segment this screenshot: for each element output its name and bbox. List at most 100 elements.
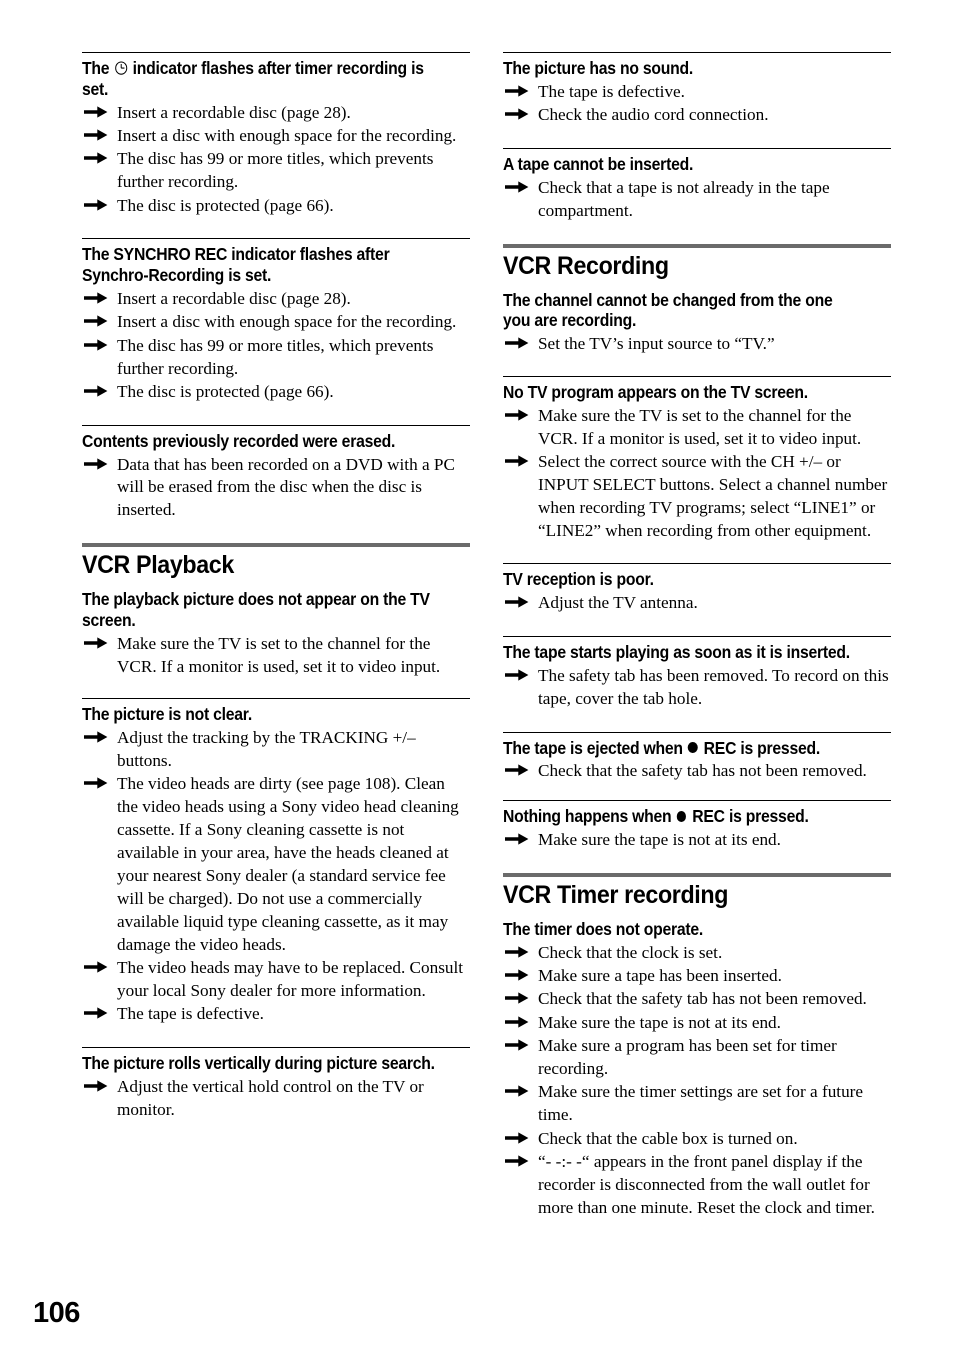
question-heading: No TV program appears on the TV screen. [503,381,808,402]
answer-list: Make sure the TV is set to the channel f… [82,633,470,679]
question-heading: The playback picture does not appear on … [82,589,430,630]
answer-text: Check the audio cord connection. [538,105,769,125]
right-arrow-bullet-icon [505,1154,529,1171]
answer-text: Make sure the tape is not at its end. [538,829,781,849]
right-arrow-bullet-icon [84,151,108,168]
answer-item: Set the TV’s input source to “TV.” [503,333,891,356]
answer-list: Set the TV’s input source to “TV.” [503,333,891,356]
answer-item: Check that a tape is not already in the … [503,177,891,223]
heading-text-pre: Nothing happens when [503,806,676,827]
divider-rule [82,424,470,426]
right-arrow-bullet-icon [84,384,108,401]
answer-text: The tape is defective. [117,1004,264,1024]
qa-block-tape-starts-playing: The tape starts playing as soon as it is… [503,636,891,711]
answer-item: “- -:- -“ appears in the front panel dis… [503,1151,891,1220]
page-number: 106 [33,1297,80,1329]
answer-item: Data that has been recorded on a DVD wit… [82,454,470,523]
question-heading: A tape cannot be inserted. [503,154,694,174]
answer-item: The tape is defective. [82,1003,470,1026]
right-arrow-bullet-icon [84,198,108,215]
answer-text: Make sure the tape is not at its end. [538,1012,781,1032]
answer-text: Insert a recordable disc (page 28). [117,288,351,308]
answer-list: Insert a recordable disc (page 28). Inse… [82,288,470,404]
answer-item: The disc has 99 or more titles, which pr… [82,148,470,194]
divider-rule [82,698,470,700]
answer-list: The tape is defective. Check the audio c… [503,81,891,127]
answer-text: Check that a tape is not already in the … [538,177,830,220]
heading-text-post: indicator flashes after timer recording … [82,58,424,99]
answer-list: Make sure the TV is set to the channel f… [503,405,891,543]
answer-list: Check that the safety tab has not been r… [503,760,891,783]
question-heading: The indicator flashes after timer record… [82,58,435,100]
answer-item: Make sure a program has been set for tim… [503,1035,891,1081]
qa-block-picture-rolls: The picture rolls vertically during pict… [82,1047,470,1122]
answer-item: Check that the cable box is turned on. [503,1128,891,1151]
section-heading: VCR Playback [82,551,234,580]
right-arrow-bullet-icon [84,1079,108,1096]
answer-text: Check that the safety tab has not been r… [538,989,867,1009]
question-heading: The SYNCHRO REC indicator flashes after … [82,244,390,286]
right-arrow-bullet-icon [84,1006,108,1023]
answer-item: Make sure a tape has been inserted. [503,965,891,988]
answer-item: The disc is protected (page 66). [82,381,470,404]
answer-item: Insert a recordable disc (page 28). [82,102,470,125]
right-arrow-bullet-icon [505,180,529,197]
qa-block-tape-not-inserted: A tape cannot be inserted. Check that a … [503,148,891,223]
rec-dot-icon [687,742,698,754]
qa-block-no-sound: The picture has no sound. The tape is de… [503,52,891,127]
answer-item: Make sure the tape is not at its end. [503,1012,891,1035]
answer-text: Adjust the TV antenna. [538,593,698,613]
answer-item: The tape is defective. [503,81,891,104]
left-column: The indicator flashes after timer record… [82,52,470,1122]
qa-block-picture-not-clear: The picture is not clear. Adjust the tra… [82,698,470,1026]
answer-text: The disc has 99 or more titles, which pr… [117,149,434,192]
section-heading: VCR Timer recording [503,880,729,909]
right-arrow-bullet-icon [505,1131,529,1148]
divider-rule [503,52,891,53]
answer-item: Check that the clock is set. [503,942,891,965]
answer-text: The disc is protected (page 66). [117,195,334,215]
qa-block-tape-ejected-rec: The tape is ejected when REC is pressed.… [503,731,891,784]
answer-text: Insert a disc with enough space for the … [117,312,457,332]
right-arrow-bullet-icon [505,1015,529,1032]
answer-item: Insert a disc with enough space for the … [82,311,470,334]
answer-item: Check that the safety tab has not been r… [503,988,891,1011]
manual-page: The indicator flashes after timer record… [0,0,954,1352]
answer-item: The video heads may have to be replaced.… [82,957,470,1003]
divider-rule [82,1047,470,1048]
divider-rule [503,731,891,733]
answer-list: Check that a tape is not already in the … [503,177,891,223]
answer-item: Make sure the timer settings are set for… [503,1081,891,1127]
divider-rule [503,800,891,802]
right-arrow-bullet-icon [84,314,108,331]
right-arrow-bullet-icon [505,991,529,1008]
answer-text: Check that the safety tab has not been r… [538,761,867,781]
section-heading: VCR Recording [503,251,669,280]
section-vcr-recording: VCR Recording The channel cannot be chan… [503,243,891,356]
divider-rule [82,238,470,240]
qa-block-synchro-rec: The SYNCHRO REC indicator flashes after … [82,238,470,403]
question-heading: The picture is not clear. [82,704,252,725]
answer-text: Insert a disc with enough space for the … [117,125,457,145]
question-heading: The picture has no sound. [503,58,694,78]
answer-item: Make sure the tape is not at its end. [503,829,891,852]
question-heading: The picture rolls vertically during pict… [82,1053,435,1073]
right-arrow-bullet-icon [505,84,529,101]
section-vcr-timer-recording: VCR Timer recording The timer does not o… [503,872,891,1220]
question-heading: TV reception is poor. [503,569,654,590]
section-vcr-playback: VCR Playback The playback picture does n… [82,543,470,678]
answer-list: Check that the clock is set. Make sure a… [503,942,891,1220]
answer-list: The safety tab has been removed. To reco… [503,665,891,711]
answer-text: Set the TV’s input source to “TV.” [538,334,775,353]
heading-text-post: REC is pressed. [699,737,821,758]
answer-list: Adjust the TV antenna. [503,592,891,615]
answer-list: Adjust the tracking by the TRACKING +/– … [82,727,470,1026]
answer-item: Adjust the TV antenna. [503,592,891,615]
answer-text: Data that has been recorded on a DVD wit… [117,454,455,520]
right-arrow-bullet-icon [505,408,529,425]
qa-block-nothing-happens-rec: Nothing happens when REC is pressed. Mak… [503,800,891,852]
qa-block-contents-erased: Contents previously recorded were erased… [82,424,470,523]
answer-text: Adjust the tracking by the TRACKING +/– … [117,728,416,770]
answer-text: Check that the clock is set. [538,942,723,962]
divider-rule [503,636,891,637]
